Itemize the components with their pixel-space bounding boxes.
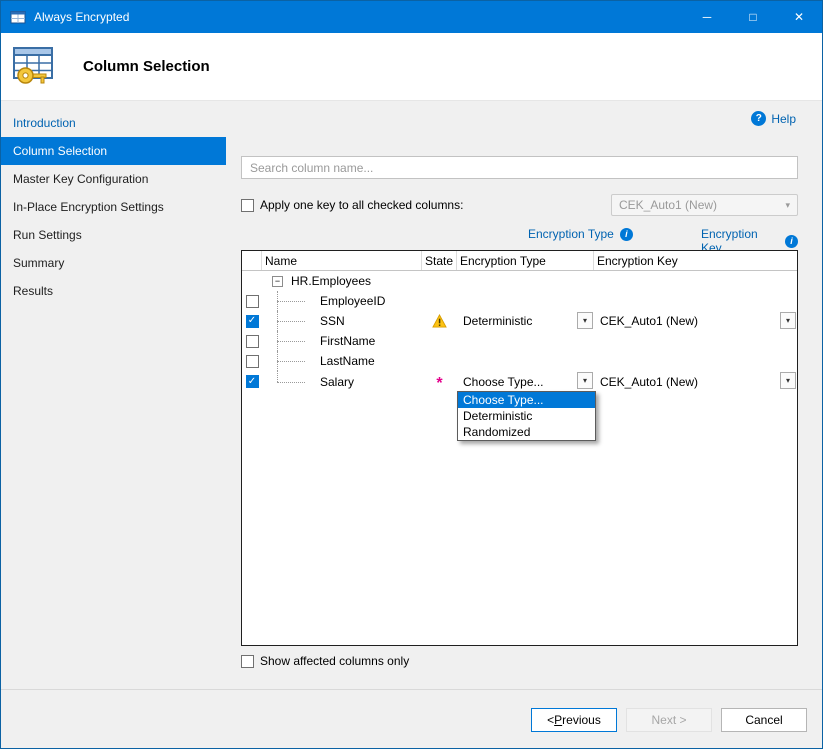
grid-header-row: Name State Encryption Type Encryption Ke…: [242, 251, 797, 271]
col-header-state: State: [422, 251, 457, 270]
table-key-icon: [11, 45, 57, 89]
column-name: FirstName: [320, 334, 375, 348]
warning-icon: [432, 314, 447, 328]
column-links-row: Encryption Type i Encryption Key i: [241, 227, 798, 243]
maximize-button[interactable]: □: [730, 1, 776, 33]
encryption-type-link-label: Encryption Type: [528, 227, 614, 241]
salary-encryption-type-value: Choose Type...: [463, 375, 544, 389]
apply-key-row: Apply one key to all checked columns:: [241, 198, 463, 212]
apply-key-value: CEK_Auto1 (New): [619, 198, 717, 212]
sidebar-item-introduction[interactable]: Introduction: [1, 109, 226, 137]
sidebar-item-summary[interactable]: Summary: [1, 249, 226, 277]
dropdown-option-choose-type[interactable]: Choose Type...: [458, 392, 595, 408]
ssn-encryption-type-value: Deterministic: [463, 314, 532, 328]
help-label: Help: [771, 112, 796, 126]
chevron-down-icon: ▾: [785, 200, 790, 211]
sidebar-item-column-selection[interactable]: Column Selection: [1, 137, 226, 165]
sidebar-item-run-settings[interactable]: Run Settings: [1, 221, 226, 249]
close-button[interactable]: ✕: [776, 1, 822, 33]
apply-key-label: Apply one key to all checked columns:: [260, 198, 463, 212]
checkbox-salary[interactable]: ✓: [246, 375, 259, 388]
column-selection-panel: ? Help Apply one key to all checked colu…: [226, 101, 822, 689]
column-name: EmployeeID: [320, 294, 385, 308]
encryption-type-dropdown-list: Choose Type... Deterministic Randomized: [457, 391, 596, 441]
col-header-encryption-key: Encryption Key: [594, 251, 797, 270]
sidebar-item-in-place-encryption-settings[interactable]: In-Place Encryption Settings: [1, 193, 226, 221]
apply-key-select[interactable]: CEK_Auto1 (New) ▾: [611, 194, 798, 216]
ssn-type-dropdown-button[interactable]: ▾: [577, 312, 593, 329]
column-name: Salary: [320, 375, 354, 389]
required-icon: *: [436, 371, 442, 392]
table-row-hr-employees: − HR.Employees: [242, 271, 797, 291]
column-name: SSN: [320, 314, 345, 328]
info-icon[interactable]: i: [785, 235, 798, 248]
wizard-footer: < Previous Next > Cancel: [1, 689, 822, 749]
help-icon: ?: [751, 111, 766, 126]
columns-grid: Name State Encryption Type Encryption Ke…: [241, 250, 798, 646]
column-name: LastName: [320, 354, 375, 368]
checkbox-employeeid[interactable]: [246, 295, 259, 308]
show-affected-row: Show affected columns only: [241, 654, 409, 668]
wizard-header: Column Selection: [1, 33, 822, 101]
col-header-encryption-type: Encryption Type: [457, 251, 594, 270]
info-icon[interactable]: i: [620, 228, 633, 241]
tree-collapse-icon[interactable]: −: [272, 276, 283, 287]
checkbox-firstname[interactable]: [246, 335, 259, 348]
titlebar: Always Encrypted ─ □ ✕: [1, 1, 822, 33]
sidebar-item-results[interactable]: Results: [1, 277, 226, 305]
ssn-key-dropdown-button[interactable]: ▾: [780, 312, 796, 329]
table-row-employeeid: EmployeeID: [242, 291, 797, 311]
window-controls: ─ □ ✕: [684, 1, 822, 33]
table-group-name: HR.Employees: [291, 274, 371, 288]
show-affected-label: Show affected columns only: [260, 654, 409, 668]
encryption-type-link[interactable]: Encryption Type i: [528, 227, 633, 241]
cancel-button[interactable]: Cancel: [721, 708, 807, 732]
ssn-encryption-key-value: CEK_Auto1 (New): [600, 314, 698, 328]
table-row-salary: ✓ Salary * Choose Type... ▾ CEK_Auto1 (N…: [242, 371, 797, 391]
dropdown-option-randomized[interactable]: Randomized: [458, 424, 595, 440]
search-input[interactable]: [241, 156, 798, 179]
salary-type-dropdown-button[interactable]: ▾: [577, 372, 593, 389]
table-row-lastname: LastName: [242, 351, 797, 371]
table-row-ssn: ✓ SSN: [242, 311, 797, 331]
show-affected-checkbox[interactable]: [241, 655, 254, 668]
col-header-name: Name: [262, 251, 422, 270]
minimize-button[interactable]: ─: [684, 1, 730, 33]
always-encrypted-wizard-window: Always Encrypted ─ □ ✕ Column Selection: [0, 0, 823, 749]
apply-key-checkbox[interactable]: [241, 199, 254, 212]
salary-key-dropdown-button[interactable]: ▾: [780, 372, 796, 389]
help-link[interactable]: ? Help: [751, 111, 796, 126]
previous-button[interactable]: < Previous: [531, 708, 617, 732]
next-button[interactable]: Next >: [626, 708, 712, 732]
checkbox-ssn[interactable]: ✓: [246, 315, 259, 328]
sidebar-item-master-key-configuration[interactable]: Master Key Configuration: [1, 165, 226, 193]
dropdown-option-deterministic[interactable]: Deterministic: [458, 408, 595, 424]
wizard-steps-sidebar: Introduction Column Selection Master Key…: [1, 101, 226, 689]
checkbox-lastname[interactable]: [246, 355, 259, 368]
page-title: Column Selection: [83, 58, 210, 75]
table-row-firstname: FirstName: [242, 331, 797, 351]
window-title: Always Encrypted: [34, 10, 129, 24]
app-icon: [10, 9, 26, 25]
wizard-body: Introduction Column Selection Master Key…: [1, 101, 822, 689]
salary-encryption-key-value: CEK_Auto1 (New): [600, 375, 698, 389]
